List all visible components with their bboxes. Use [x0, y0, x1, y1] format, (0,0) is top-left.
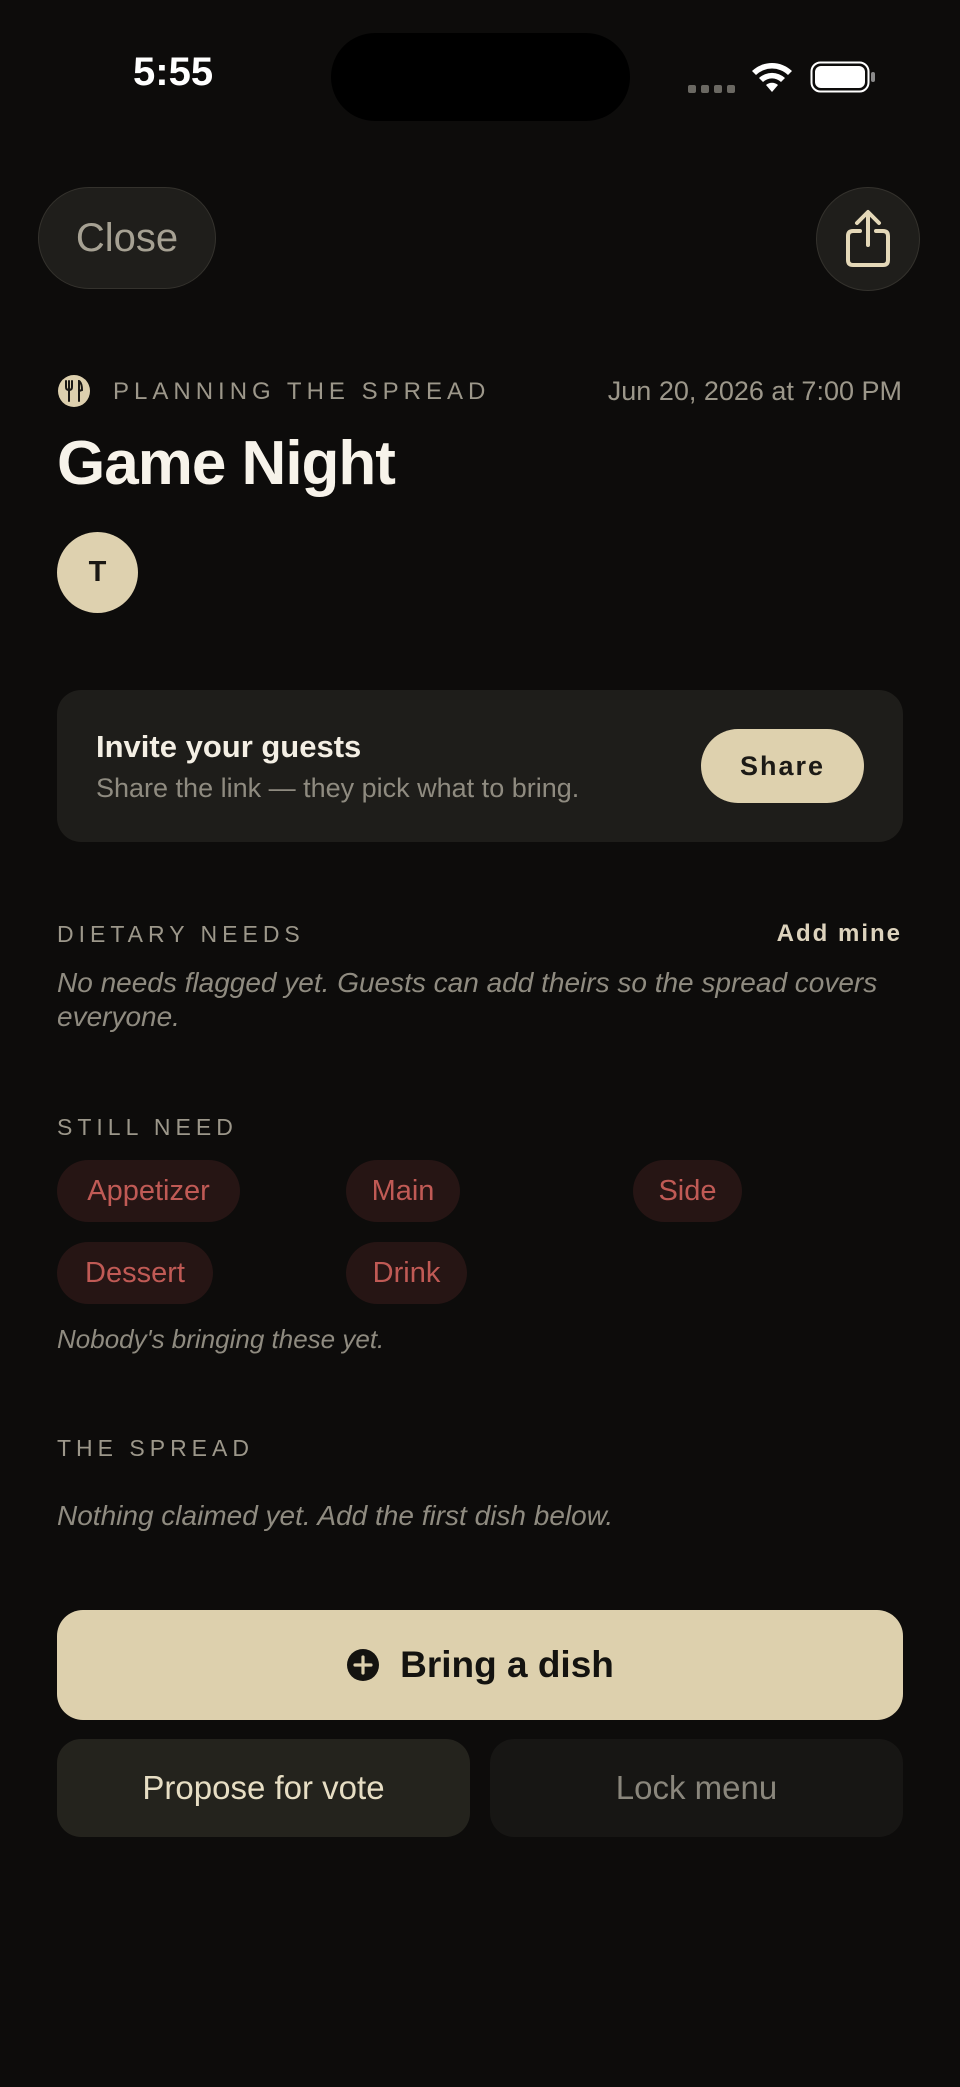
bring-dish-label: Bring a dish	[400, 1644, 614, 1685]
cellular-signal-icon	[688, 85, 735, 93]
event-status-label: PLANNING THE SPREAD	[113, 378, 491, 405]
bring-dish-button[interactable]: Bring a dish	[57, 1610, 903, 1720]
share-icon	[846, 210, 890, 267]
event-date: Jun 20, 2026 at 7:00 PM	[607, 376, 902, 406]
wifi-icon	[752, 63, 792, 92]
spread-empty-note: Nothing claimed yet. Add the first dish …	[57, 1500, 614, 1531]
invite-subtitle: Share the link — they pick what to bring…	[96, 773, 580, 803]
invite-share-button[interactable]: Share	[701, 729, 864, 803]
spread-heading: THE SPREAD	[57, 1435, 254, 1461]
chip-dessert[interactable]: Dessert	[57, 1242, 213, 1304]
chip-appetizer[interactable]: Appetizer	[57, 1160, 240, 1222]
lock-menu-button[interactable]: Lock menu	[490, 1739, 903, 1837]
share-button[interactable]	[816, 187, 920, 291]
chip-main[interactable]: Main	[346, 1160, 460, 1222]
page-title: Game Night	[57, 429, 396, 498]
chip-side[interactable]: Side	[633, 1160, 742, 1222]
status-time: 5:55	[133, 50, 214, 94]
dynamic-island	[331, 33, 630, 121]
utensils-icon	[58, 375, 90, 407]
propose-vote-button[interactable]: Propose for vote	[57, 1739, 470, 1837]
close-button[interactable]: Close	[38, 187, 216, 289]
battery-icon	[810, 61, 875, 93]
chip-drink[interactable]: Drink	[346, 1242, 467, 1304]
avatar[interactable]: T	[57, 532, 138, 613]
still-need-note: Nobody's bringing these yet.	[57, 1324, 385, 1354]
plus-circle-icon	[347, 1649, 380, 1681]
invite-title: Invite your guests	[96, 729, 362, 764]
dietary-empty-note: No needs flagged yet. Guests can add the…	[57, 967, 878, 1032]
add-mine-button[interactable]: Add mine	[777, 920, 902, 948]
dietary-needs-heading: DIETARY NEEDS	[57, 921, 305, 947]
still-need-heading: STILL NEED	[57, 1114, 238, 1140]
